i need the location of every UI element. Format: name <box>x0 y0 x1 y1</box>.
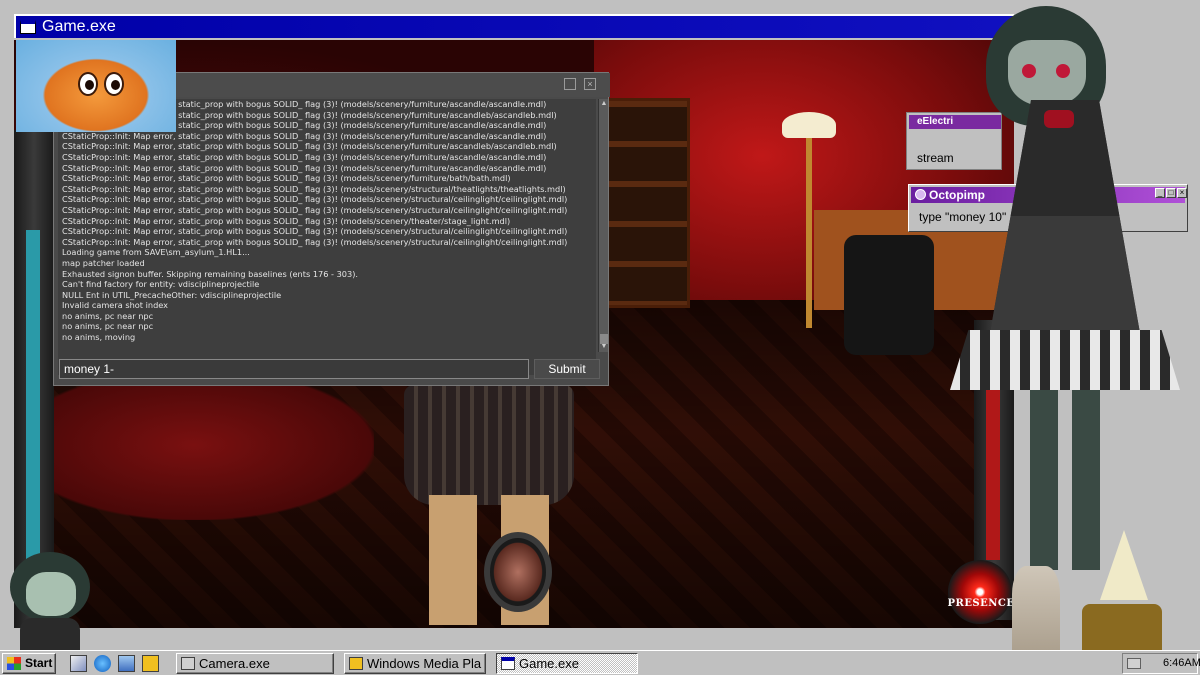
console-input[interactable]: money 1- <box>59 359 529 379</box>
speaker-icon[interactable] <box>1127 658 1141 669</box>
piano-character-overlay <box>1078 530 1168 662</box>
user-icon <box>915 189 926 200</box>
media-player-icon <box>349 657 363 670</box>
chat-message: type "money 10" <box>919 210 1007 224</box>
scroll-up-icon[interactable]: ▲ <box>600 100 608 108</box>
log-line: CStaticProp::Init: Map error, static_pro… <box>62 236 568 247</box>
window-icon <box>20 20 36 34</box>
log-line: Loading game from SAVE\sm_asylum_1.HL1..… <box>62 247 250 258</box>
ie-icon[interactable] <box>94 655 111 672</box>
network-icon[interactable] <box>118 655 135 672</box>
mirror-portrait-hud <box>484 532 552 612</box>
log-line: no anims, moving <box>62 332 136 343</box>
clock[interactable]: 6:46AM <box>1163 654 1200 673</box>
window-icon <box>501 657 515 670</box>
log-line: CStaticProp::Init: Map error, static_pro… <box>62 215 511 226</box>
cat-overlay <box>16 40 176 132</box>
log-line: CStaticProp::Init: Map error, static_pro… <box>62 130 547 141</box>
log-line: CStaticProp::Init: Map error, static_pro… <box>62 183 566 194</box>
taskbar: Start Camera.exe Windows Media Pla Game.… <box>0 650 1200 675</box>
player-character <box>404 385 574 505</box>
console-minimize-button[interactable] <box>564 78 576 90</box>
desktop-icon[interactable] <box>70 655 87 672</box>
log-line: Can't find factory for entity: vdiscipli… <box>62 279 260 290</box>
log-line: CStaticProp::Init: Map error, static_pro… <box>62 204 568 215</box>
log-line: CStaticProp::Init: Map error, static_pro… <box>62 194 568 205</box>
submit-button[interactable]: Submit <box>534 359 600 379</box>
media-player-icon[interactable] <box>142 655 159 672</box>
log-line: map patcher loaded <box>62 257 145 268</box>
log-line: CStaticProp::Init: Map error, static_pro… <box>62 173 511 184</box>
console-log: CStaticProp::Init: Map error, static_pro… <box>58 99 596 375</box>
log-line: CStaticProp::Init: Map error, static_pro… <box>62 151 547 162</box>
start-label: Start <box>25 656 53 670</box>
presence-label: PRESENCE <box>947 598 1014 609</box>
chat-window-partial: eElectri stream <box>906 112 1002 170</box>
popup-close-button[interactable]: × <box>1177 188 1187 198</box>
scene-chair <box>844 235 934 355</box>
log-line: CStaticProp::Init: Map error, static_pro… <box>62 226 568 237</box>
small-avatar <box>0 546 100 650</box>
cat-eye-icon <box>78 72 98 96</box>
chat-partial-message: stream <box>917 151 954 165</box>
start-button[interactable]: Start <box>2 653 56 674</box>
chat-partial-title: eElectri <box>909 115 1001 129</box>
task-camera[interactable]: Camera.exe <box>176 653 334 674</box>
chat-username: Octopimp <box>929 188 985 202</box>
scene-lamp <box>782 112 836 138</box>
game-window: Game.exe PRESENCE × CStaticProp::Init: M… <box>0 0 1200 650</box>
scene-bookshelf <box>604 98 690 308</box>
console-scrollbar[interactable]: ▲ ▼ <box>598 99 608 352</box>
camera-app-icon <box>181 657 195 670</box>
chat-popup: Octopimp _ □ × type "money 10" <box>908 184 1188 232</box>
log-line: no anims, pc near npc <box>62 321 154 332</box>
dancing-cat-overlay <box>1012 566 1060 660</box>
log-line: Invalid camera shot index <box>62 300 169 311</box>
popup-minimize-button[interactable]: _ <box>1155 188 1165 198</box>
system-tray: 6:46AM <box>1122 653 1200 674</box>
cat-eye-icon <box>104 72 124 96</box>
scroll-down-icon[interactable]: ▼ <box>600 343 608 351</box>
chat-popup-titlebar[interactable]: Octopimp <box>911 187 1185 203</box>
task-game[interactable]: Game.exe <box>496 653 638 674</box>
scene-rug <box>14 370 374 520</box>
windows-logo-icon <box>7 657 21 670</box>
log-line: NULL Ent in UTIL_PrecacheOther: vdiscipl… <box>62 289 282 300</box>
task-media-player[interactable]: Windows Media Pla <box>344 653 486 674</box>
log-line: Exhausted signon buffer. Skipping remain… <box>62 268 359 279</box>
game-titlebar[interactable]: Game.exe <box>14 14 1014 38</box>
log-line: CStaticProp::Init: Map error, static_pro… <box>62 162 547 173</box>
console-close-button[interactable]: × <box>584 78 596 90</box>
game-title: Game.exe <box>42 18 116 35</box>
log-line: no anims, pc near npc <box>62 310 154 321</box>
log-line: CStaticProp::Init: Map error, static_pro… <box>62 141 557 152</box>
presence-emblem <box>948 560 1012 624</box>
popup-maximize-button[interactable]: □ <box>1166 188 1176 198</box>
